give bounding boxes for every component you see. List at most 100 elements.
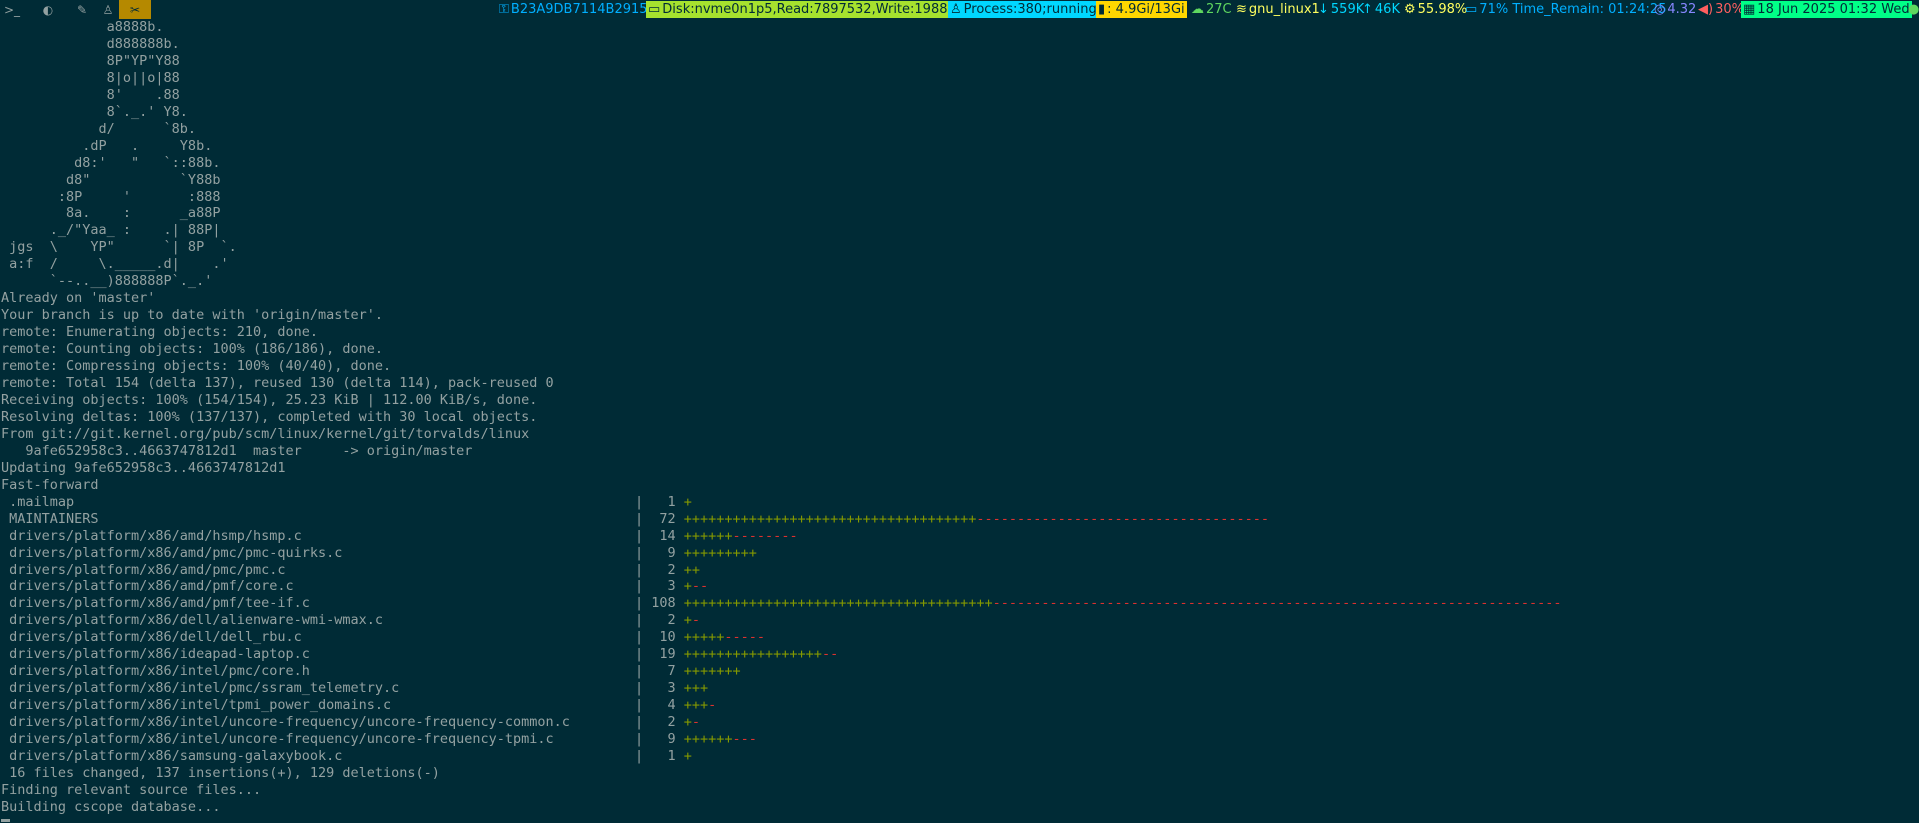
disk-icon: ▭ [648, 2, 661, 17]
ascii-art-line: 8|o||o|88 [1, 69, 180, 86]
diffstat-insertions-bar: ++ [683, 561, 701, 578]
net-down-widget: ↓ 559K [1316, 1, 1366, 18]
diffstat-insertions-bar: ++++++++++++++++++++++++++++++++++++++ [683, 595, 993, 612]
summary-line: Building cscope database... [1, 798, 221, 815]
git-output-line: Fast-forward [1, 476, 99, 493]
diffstat-count: 72 [651, 510, 676, 527]
terminal-cursor [1, 819, 10, 822]
calendar-icon: ▦ [1743, 2, 1756, 17]
diffstat-row: drivers/platform/x86/intel/uncore-freque… [1, 731, 757, 748]
summary-line: Finding relevant source files... [1, 781, 262, 798]
diffstat-insertions-bar: +++ [683, 680, 709, 697]
git-output-line: Receiving objects: 100% (154/154), 25.23… [1, 391, 538, 408]
tray-icon: ● [1908, 2, 1919, 17]
diffstat-insertions-bar: +++++++++++++++++ [683, 646, 822, 663]
process-widget: ♙ Process:380;running:1 [948, 1, 1112, 18]
diffstat-row: drivers/platform/x86/dell/alienware-wmi-… [1, 612, 701, 629]
ascii-art-line: a8888b. [1, 19, 164, 35]
hostname: B23A9DB7114B2915 [510, 2, 648, 17]
diffstat-insertions-bar: +++++++++ [683, 544, 757, 561]
ascii-art-line: `--..__)888888P`._.' [1, 273, 213, 290]
tag-terminal[interactable]: >_ [0, 0, 24, 19]
penguin-icon: ♙ [950, 2, 962, 17]
volume-widget: ◀) 30% [1696, 1, 1746, 18]
wifi-icon: ≋ [1236, 2, 1247, 17]
diffstat-deletions-bar: ----- [724, 629, 766, 646]
diffstat-insertions-bar: + [683, 578, 692, 595]
diffstat-count: 9 [651, 731, 676, 748]
diffstat-file: drivers/platform/x86/dell/dell_rbu.c [1, 629, 302, 646]
git-output-line: Your branch is up to date with 'origin/m… [1, 307, 384, 324]
diffstat-count: 108 [651, 595, 676, 612]
diffstat-file: drivers/platform/x86/amd/pmf/tee-if.c [1, 595, 310, 612]
ascii-art-line: 8`._.' Y8. [1, 103, 188, 120]
diffstat-row: drivers/platform/x86/intel/tpmi_power_do… [1, 697, 717, 714]
diffstat-row: drivers/platform/x86/intel/pmc/ssram_tel… [1, 680, 709, 697]
tag-linux[interactable]: ♙ [98, 0, 118, 19]
diffstat-count: 2 [651, 561, 676, 578]
diffstat-insertions-bar: +++++++ [683, 663, 741, 680]
diffstat-row: drivers/platform/x86/amd/pmc/pmc-quirks.… [1, 544, 757, 561]
diffstat-file: drivers/platform/x86/intel/uncore-freque… [1, 714, 570, 731]
cpu-usage: 55.98% [1417, 2, 1468, 17]
git-output-line: remote: Counting objects: 100% (186/186)… [1, 341, 384, 358]
datetime-widget[interactable]: ▦ 18 Jun 2025 01:32 Wed [1741, 1, 1912, 18]
diffstat-row: MAINTAINERS | 72 +++++++++++++++++++++++… [1, 510, 1269, 527]
process-stats: Process:380;running:1 [963, 2, 1110, 17]
diffstat-insertions-bar: + [683, 493, 692, 510]
ascii-art-line: 8a. : _a88P [1, 205, 221, 222]
diffstat-insertions-bar: +++++ [683, 629, 725, 646]
diffstat-count: 2 [651, 714, 676, 731]
diffstat-deletions-bar: - [708, 697, 717, 714]
terminal-output[interactable]: a8888b. d888888b. 8P"YP"Y88 8|o||o|88 8'… [1, 19, 1562, 816]
linux-icon: ♙ [102, 2, 114, 17]
brightness-icon: ◎ [1654, 2, 1666, 17]
tag-tools[interactable]: ✂ [119, 0, 151, 19]
editor-icon: ✎ [76, 2, 88, 17]
network-name: gnu_linux1 [1248, 2, 1320, 17]
tag-browser[interactable]: ◐ [38, 0, 58, 19]
diffstat-deletions-bar: --- [732, 731, 757, 748]
tray-widget[interactable]: ● [1906, 1, 1919, 18]
cpu-widget: ⚙ 55.98% [1402, 1, 1469, 18]
ascii-art-line: d8:' " `::88b. [1, 154, 221, 171]
diffstat-row: drivers/platform/x86/intel/uncore-freque… [1, 714, 701, 731]
summary-line: 16 files changed, 137 insertions(+), 129… [1, 764, 440, 781]
volume: 30% [1715, 2, 1744, 17]
git-output-line: 9afe652958c3..4663747812d1 master -> ori… [1, 442, 473, 459]
diffstat-row: drivers/platform/x86/intel/pmc/core.h | … [1, 663, 741, 680]
tools-icon: ✂ [129, 2, 141, 17]
disk-widget: ▭ Disk:nvme0n1p5,Read:7897532,Write:19880… [646, 1, 983, 18]
diffstat-file: drivers/platform/x86/amd/hsmp/hsmp.c [1, 527, 302, 544]
diffstat-file: drivers/platform/x86/intel/pmc/core.h [1, 663, 310, 680]
speaker-icon: ◀) [1698, 2, 1714, 17]
brightness-widget: ◎ 4.32 [1652, 1, 1698, 18]
diffstat-file: drivers/platform/x86/samsung-galaxybook.… [1, 747, 343, 764]
bar-chart-icon: ▮ [1098, 2, 1106, 17]
diffstat-count: 3 [651, 680, 676, 697]
net-up: 46K [1374, 2, 1400, 17]
diffstat-row: drivers/platform/x86/amd/pmf/core.c | 3 … [1, 578, 709, 595]
diffstat-insertions-bar: + [683, 714, 692, 731]
ascii-art-line: d/ `8b. [1, 120, 197, 137]
terminal-icon: >_ [3, 2, 21, 17]
diffstat-file: MAINTAINERS [1, 510, 99, 527]
diffstat-count: 1 [651, 747, 676, 764]
diffstat-row: drivers/platform/x86/samsung-galaxybook.… [1, 747, 692, 764]
tag-editor[interactable]: ✎ [72, 0, 92, 19]
temperature-widget: ☁ 27C [1189, 1, 1234, 18]
diffstat-row: drivers/platform/x86/amd/pmf/tee-if.c | … [1, 595, 1562, 612]
diffstat-file: drivers/platform/x86/amd/pmf/core.c [1, 578, 294, 595]
diffstat-count: 4 [651, 697, 676, 714]
net-up-widget: ↑ 46K [1360, 1, 1402, 18]
git-output-line: Already on 'master' [1, 290, 156, 307]
hostname-widget: ⚿ B23A9DB7114B2915 [497, 1, 650, 18]
brightness: 4.32 [1667, 2, 1697, 17]
diffstat-deletions-bar: - [691, 612, 701, 629]
diffstat-insertions-bar: ++++++ [683, 527, 733, 544]
git-output-line: remote: Total 154 (delta 137), reused 13… [1, 375, 554, 392]
git-output-line: remote: Compressing objects: 100% (40/40… [1, 358, 392, 375]
ascii-art-line: ._/"Yaa_ : .| 88P| [1, 222, 221, 239]
diffstat-file: drivers/platform/x86/dell/alienware-wmi-… [1, 612, 384, 629]
diffstat-file: drivers/platform/x86/amd/pmc/pmc-quirks.… [1, 544, 343, 561]
